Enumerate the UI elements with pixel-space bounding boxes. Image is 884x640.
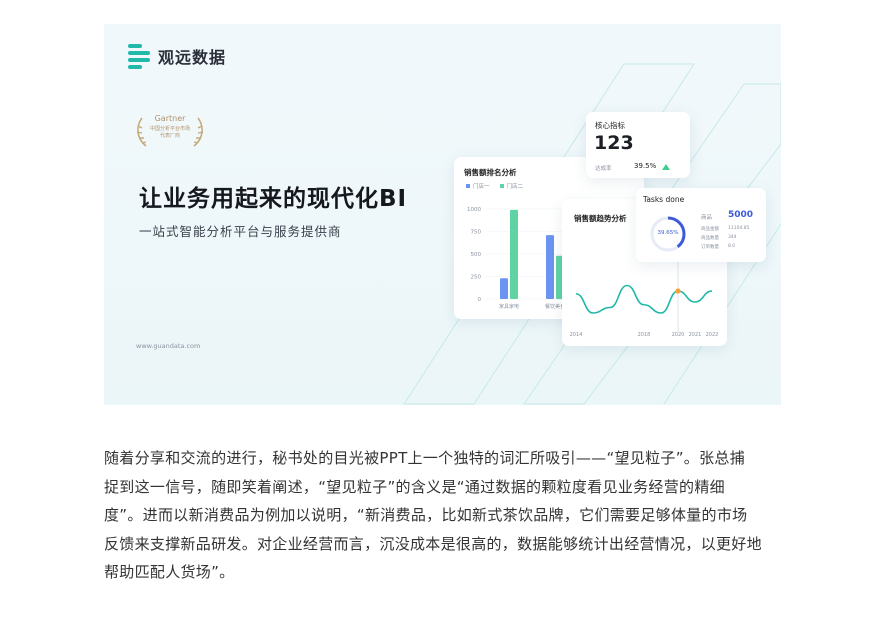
banner-headline: 让业务用起来的现代化BI [139, 186, 408, 212]
article-line: 捉到这一信号，随即笑着阐述，“望见粒子”的含义是“通过数据的颗粒度看见业务经营的… [104, 477, 725, 496]
x-tick-label: 2018 [638, 332, 651, 338]
article-line: 反馈来支撑新品研发。对企业经营而言，沉没成本是很高的，数据能够统计出经营情况，以… [104, 534, 762, 553]
line-series [575, 284, 713, 314]
tasks-row-label: 商品 [701, 215, 713, 221]
banner-subline: 一站式智能分析平台与服务提供商 [139, 224, 342, 239]
logo-text: 观远数据 [158, 48, 227, 67]
gartner-award-badge: Gartner 中国分析平台市场 代表厂商 [134, 114, 206, 148]
article-paragraph: 随着分享和交流的进行，秘书处的目光被PPT上一个独特的词汇所吸引——“望见粒子”… [104, 444, 784, 587]
x-tick-label: 2022 [706, 332, 719, 338]
tasks-row-label: 商品金额 [701, 227, 719, 232]
kpi-value: 123 [594, 132, 634, 154]
bar [546, 235, 554, 299]
kpi-rate-label: 达成率 [595, 166, 612, 172]
brand-logo: 观远数据 [128, 44, 227, 69]
y-tick-label: 1000 [467, 207, 481, 213]
kpi-card: 核心指标 123 达成率 39.5% [586, 112, 690, 178]
y-tick-label: 250 [471, 275, 482, 281]
tasks-row-value: 8.0 [728, 244, 736, 249]
highlight-point [675, 288, 681, 294]
article-line: 帮助匹配人货场”。 [104, 563, 235, 582]
triangle-up-icon [662, 164, 670, 170]
ring-value: 39.65% [657, 230, 679, 236]
tasks-row-value: 344 [728, 235, 737, 240]
tasks-title: Tasks done [643, 195, 685, 204]
hero-banner-image: 观远数据 Gartner 中国分析平台市场 代表厂商 让业务用起来的现代化BI … [104, 24, 781, 405]
x-tick-label: 家具家电 [499, 303, 519, 310]
y-tick-label: 500 [471, 252, 482, 258]
article-line: 随着分享和交流的进行，秘书处的目光被PPT上一个独特的词汇所吸引——“望见粒子”… [104, 449, 745, 467]
y-tick-label: 0 [478, 297, 482, 303]
x-tick-label: 2014 [570, 332, 583, 338]
x-tick-label: 2020 [672, 332, 685, 338]
tasks-card: Tasks done 39.65% 商品 5000 商品金额 11104.85 … [636, 188, 766, 262]
award-name: Gartner [154, 114, 186, 123]
tasks-row-value: 5000 [728, 210, 754, 220]
kpi-rate-value: 39.5% [634, 162, 657, 170]
x-tick-label: 2021 [689, 332, 702, 338]
tasks-row-label: 订单数量 [701, 245, 719, 250]
tasks-row-value: 11104.85 [728, 226, 750, 231]
award-caption: 中国分析平台市场 代表厂商 [149, 126, 190, 139]
tasks-row-label: 商品数量 [701, 236, 719, 241]
website-url: www.guandata.com [136, 342, 201, 350]
y-tick-label: 750 [471, 230, 482, 236]
bar [500, 278, 508, 299]
bar [510, 209, 518, 299]
logo-icon [128, 44, 150, 69]
article-line: 度”。进而以新消费品为例加以说明，“新消费品，比如新式茶饮品牌，它们需要足够体量… [104, 506, 748, 525]
kpi-title: 核心指标 [595, 121, 625, 130]
